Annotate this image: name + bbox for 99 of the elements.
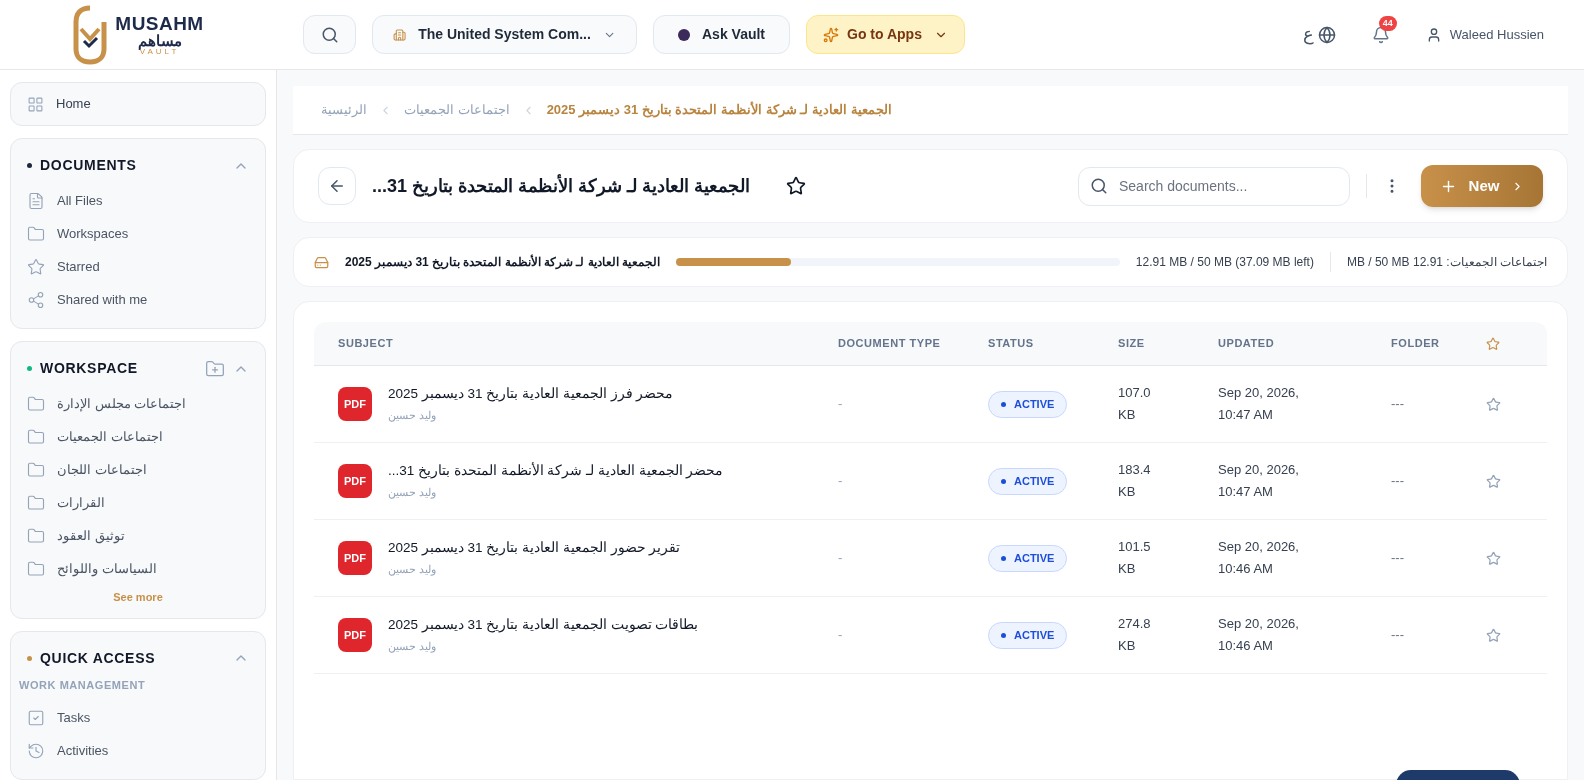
sidebar-item[interactable]: توثيق العقود [27,519,249,552]
pdf-file-icon: PDF [338,541,372,575]
back-button[interactable] [318,167,356,205]
updated-date: Sep 20, 2026, 10:47 AM [1218,461,1300,501]
column-header: DOCUMENT TYPE [838,337,941,350]
document-type: - [838,550,843,566]
sidebar-item[interactable]: اجتماعات مجلس الإدارة [27,387,249,420]
file-size: 101.5 KB [1118,538,1152,578]
user-menu[interactable]: Waleed Hussien [1425,24,1544,45]
go-to-apps-button[interactable]: Go to Apps [806,15,965,54]
language-button[interactable]: ع [1302,21,1336,48]
document-author: وليد حسين [388,639,437,655]
folder-icon [27,493,45,512]
document-type: - [838,627,843,643]
sidebar-item[interactable]: Tasks [27,701,249,734]
file-size: 183.4 KB [1118,461,1152,501]
folder-icon [27,460,45,479]
history-icon [27,741,45,760]
sidebar-item[interactable]: Shared with me [27,283,249,316]
search-field[interactable]: Search documents... [1078,166,1350,206]
add-folder-icon[interactable] [205,358,225,379]
folder-icon [27,526,45,545]
sidebar-item[interactable]: القرارات [27,486,249,519]
subsection-title: WORK MANAGEMENT [19,677,147,693]
status-badge: ACTIVE [988,544,1068,572]
search-icon [1090,176,1108,195]
updated-date: Sep 20, 2026, 10:47 AM [1218,384,1300,424]
pdf-file-icon: PDF [338,618,372,652]
updated-date: Sep 20, 2026, 10:46 AM [1218,615,1300,655]
status-badge: ACTIVE [988,390,1068,418]
globe-icon [1317,25,1336,44]
search-button[interactable] [303,15,356,54]
pdf-file-icon: PDF [338,387,372,421]
star-column-icon [1486,336,1500,351]
checkbox-icon [27,708,45,727]
share-icon [27,290,45,309]
folder-name: --- [1391,627,1404,643]
parent-storage-usage: اجتماعات الجمعيات: 12.91 MB / 50 MB [1346,254,1547,271]
document-title[interactable]: تقرير حضور الجمعية العادية بتاريخ 31 ديسمبر 2025 [388,538,681,559]
status-badge: ACTIVE [988,621,1068,649]
column-header: STATUS [988,337,1034,350]
notifications-button[interactable] [1371,25,1390,44]
file-icon [27,191,45,210]
sidebar-item[interactable]: All Files [27,184,249,217]
star-icon [27,257,45,276]
search-icon [320,25,339,44]
column-header: SUBJECT [338,337,394,350]
file-size: 107.0 KB [1118,384,1152,424]
folder-name: --- [1391,396,1404,412]
building-icon [393,27,407,42]
file-size: 274.8 KB [1118,615,1152,655]
document-title[interactable]: محضر الجمعية العادية لـ شركة الأنظمة المتحدة بتاريخ 31... [388,461,724,482]
sidebar-item[interactable]: Starred [27,250,249,283]
company-selector[interactable]: The United System Com... [372,15,637,54]
sparkles-icon [823,26,840,43]
document-type: - [838,396,843,412]
document-author: وليد حسين [388,485,437,501]
favorite-star-icon[interactable] [786,176,807,196]
sidebar-item[interactable]: السياسات واللوائح [27,552,249,585]
grid-icon [27,95,44,113]
folder-icon [27,224,45,243]
folder-icon [27,394,45,413]
home-link[interactable]: Home [10,82,266,126]
sidebar-item[interactable]: Activities [27,734,249,767]
pdf-file-icon: PDF [338,464,372,498]
column-header: UPDATED [1218,337,1275,350]
document-title[interactable]: محضر فرز الجمعية العادية بتاريخ 31 ديسمبر 2025 [388,384,674,405]
folder-name: --- [1391,550,1404,566]
favorite-star-icon[interactable] [1486,473,1501,489]
logo-arabic-text: مساهم [137,32,182,48]
document-title[interactable]: بطاقات تصويت الجمعية العادية بتاريخ 31 ديسمبر 2025 [388,615,699,636]
folder-icon [27,559,45,578]
folder-name: --- [1391,473,1404,489]
status-badge: ACTIVE [988,467,1068,495]
logo-text: MUSAHM [115,13,204,33]
section-title: DOCUMENTS [40,156,137,175]
sidebar-item[interactable]: Workspaces [27,217,249,250]
ask-vault-button[interactable]: Ask Vault [653,15,791,54]
document-author: وليد حسين [388,408,437,424]
folder-icon [27,427,45,446]
column-header: SIZE [1118,337,1145,350]
bell-icon [1371,25,1390,44]
storage-name: الجمعية العادية لـ شركة الأنظمة المتحدة بتاريخ 31 ديسمبر 2025 [345,253,661,271]
sidebar-item[interactable]: اجتماعات الجمعيات [27,420,249,453]
section-title: QUICK ACCESS [40,648,156,668]
favorite-star-icon[interactable] [1486,550,1501,566]
storage-usage: 12.91 MB / 50 MB (37.09 MB left) [1135,254,1314,271]
favorite-star-icon[interactable] [1486,627,1501,643]
page-title: الجمعية العادية لـ شركة الأنظمة المتحدة بتاريخ 31... [372,173,751,199]
section-title: WORKSPACE [40,359,138,378]
document-type: - [838,473,843,489]
notification-badge: 44 [1378,15,1397,31]
sidebar-item[interactable]: اجتماعات اللجان [27,453,249,486]
updated-date: Sep 20, 2026, 10:46 AM [1218,538,1300,578]
logo-mark-icon [73,4,108,65]
favorite-star-icon[interactable] [1486,396,1501,412]
document-author: وليد حسين [388,562,437,578]
column-header: FOLDER [1391,337,1440,350]
drive-icon [314,254,329,270]
